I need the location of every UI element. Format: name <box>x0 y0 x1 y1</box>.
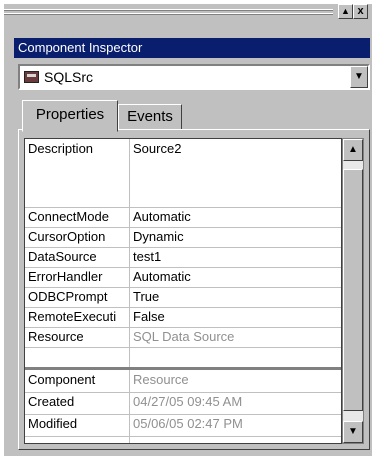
info-row: Created 04/27/05 09:45 AM <box>25 392 341 415</box>
close-button[interactable]: x <box>353 4 368 19</box>
up-arrow-icon: ▲ <box>341 6 350 16</box>
property-name: RemoteExecuti <box>28 309 117 324</box>
component-select-value: SQLSrc <box>44 69 94 85</box>
property-value[interactable]: Source2 <box>133 141 181 156</box>
scroll-down-button[interactable]: ▼ <box>343 421 363 443</box>
scroll-up-icon: ▲ <box>348 144 358 155</box>
info-row: Component Resource <box>25 370 341 393</box>
component-icon <box>24 71 39 83</box>
property-name: ODBCPrompt <box>28 289 108 304</box>
info-value: 04/27/05 09:45 AM <box>133 394 243 409</box>
info-value: Resource <box>133 372 189 387</box>
tab-events[interactable]: Events <box>118 104 182 130</box>
property-row[interactable]: DataSource test1 <box>25 247 341 268</box>
close-icon: x <box>357 5 364 17</box>
info-value: 05/06/05 02:47 PM <box>133 416 243 431</box>
scroll-up-button[interactable]: ▲ <box>343 139 363 161</box>
dropdown-button[interactable]: ▼ <box>350 66 368 88</box>
property-grid[interactable]: Description Source2 ConnectMode Automati… <box>24 138 342 444</box>
property-name: Description <box>28 141 94 156</box>
property-value[interactable]: Automatic <box>133 209 191 224</box>
property-value[interactable]: True <box>133 289 159 304</box>
property-value[interactable]: False <box>133 309 165 324</box>
window-title: Component Inspector <box>14 38 370 58</box>
property-value[interactable]: Dynamic <box>133 229 184 244</box>
property-name: ConnectMode <box>28 209 109 224</box>
restore-button[interactable]: ▲ <box>338 4 353 19</box>
property-value[interactable]: Automatic <box>133 269 191 284</box>
property-name: ErrorHandler <box>28 269 103 284</box>
tab-properties[interactable]: Properties <box>22 100 118 132</box>
window-grip[interactable] <box>4 8 333 18</box>
chevron-down-icon: ▼ <box>354 71 364 82</box>
property-value: SQL Data Source <box>133 329 235 344</box>
component-select[interactable]: SQLSrc ▼ <box>18 64 370 90</box>
property-value[interactable]: test1 <box>133 249 161 264</box>
scroll-down-icon: ▼ <box>348 426 358 437</box>
property-name: DataSource <box>28 249 97 264</box>
property-name: CursorOption <box>28 229 106 244</box>
property-name: Resource <box>28 329 84 344</box>
vertical-scrollbar[interactable]: ▲ ▼ <box>342 138 364 444</box>
info-name: Created <box>28 394 75 409</box>
property-row[interactable]: ErrorHandler Automatic <box>25 267 341 288</box>
property-row[interactable]: ConnectMode Automatic <box>25 207 341 228</box>
info-name: Component <box>28 372 96 387</box>
info-row: Modified 05/06/05 02:47 PM <box>25 414 341 437</box>
info-name: Modified <box>28 416 78 431</box>
property-row[interactable]: RemoteExecuti False <box>25 307 341 328</box>
property-row[interactable]: Resource SQL Data Source <box>25 327 341 348</box>
property-row[interactable]: Description Source2 <box>25 139 341 208</box>
property-row[interactable]: CursorOption Dynamic <box>25 227 341 248</box>
property-row[interactable]: ODBCPrompt True <box>25 287 341 308</box>
scroll-thumb[interactable] <box>343 169 363 411</box>
